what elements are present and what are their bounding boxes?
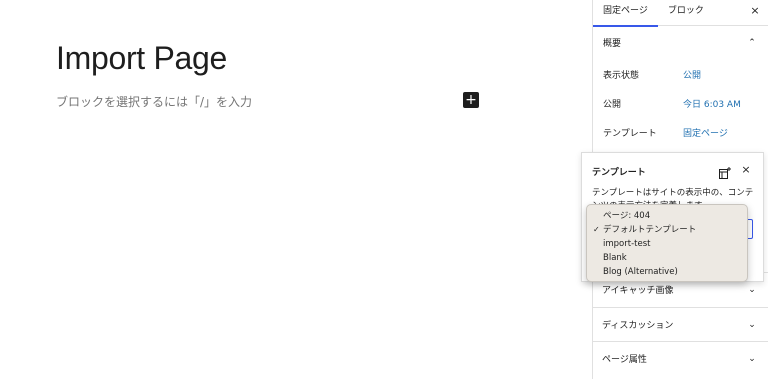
option-label: Blank	[603, 253, 627, 263]
publish-value[interactable]: 今日 6:03 AM	[683, 97, 741, 110]
option-label: import-test	[603, 239, 651, 249]
editor-canvas[interactable]: Import Page ブロックを選択するには「/」を入力 +	[0, 0, 592, 379]
discussion-label: ディスカッション	[602, 321, 674, 331]
page-attributes-label: ページ属性	[602, 355, 647, 365]
dropdown-option[interactable]: ページ: 404	[587, 209, 747, 223]
close-icon[interactable]: ×	[739, 163, 753, 177]
add-template-icon[interactable]	[719, 164, 731, 179]
add-block-button[interactable]: +	[463, 92, 479, 108]
summary-panel-header[interactable]: 概要 ⌃	[593, 26, 768, 60]
block-placeholder[interactable]: ブロックを選択するには「/」を入力	[56, 93, 252, 110]
chevron-down-icon: ⌄	[748, 284, 756, 295]
page-title[interactable]: Import Page	[56, 40, 227, 77]
dropdown-option-selected[interactable]: ✓ デフォルトテンプレート	[587, 223, 747, 237]
dropdown-option[interactable]: Blank	[587, 251, 747, 265]
dropdown-option[interactable]: import-test	[587, 237, 747, 251]
featured-image-label: アイキャッチ画像	[602, 286, 674, 296]
discussion-panel[interactable]: ディスカッション ⌄	[592, 307, 768, 341]
option-label: Blog (Alternative)	[603, 267, 678, 277]
option-label: ページ: 404	[603, 211, 651, 221]
tab-page[interactable]: 固定ページ	[593, 0, 658, 27]
summary-row-publish: 公開 今日 6:03 AM	[593, 89, 768, 118]
tab-block[interactable]: ブロック	[658, 0, 714, 26]
close-sidebar-icon[interactable]: ×	[748, 4, 762, 18]
dropdown-option[interactable]: Blog (Alternative)	[587, 265, 747, 279]
chevron-down-icon: ⌄	[748, 353, 756, 364]
visibility-label: 表示状態	[603, 71, 640, 81]
popover-description: テンプレートはサイトの表示中の、コンテンツの表示方法を定義します。	[592, 188, 754, 205]
option-label: デフォルトテンプレート	[603, 225, 697, 235]
page-attributes-panel[interactable]: ページ属性 ⌄	[592, 341, 768, 375]
publish-label: 公開	[603, 100, 622, 110]
template-dropdown[interactable]: ページ: 404 ✓ デフォルトテンプレート import-test Blank…	[586, 204, 748, 282]
visibility-value[interactable]: 公開	[683, 68, 701, 81]
chevron-up-icon: ⌃	[748, 37, 756, 48]
summary-panel-title: 概要	[603, 39, 622, 49]
template-value[interactable]: 固定ページ	[683, 126, 728, 139]
template-label: テンプレート	[603, 129, 657, 139]
sidebar-tabs: 固定ページ ブロック ×	[593, 0, 768, 27]
summary-row-visibility: 表示状態 公開	[593, 60, 768, 89]
popover-title: テンプレート	[592, 168, 646, 178]
summary-row-template: テンプレート 固定ページ	[593, 118, 768, 147]
chevron-down-icon: ⌄	[748, 319, 756, 330]
checkmark-icon: ✓	[593, 225, 600, 234]
